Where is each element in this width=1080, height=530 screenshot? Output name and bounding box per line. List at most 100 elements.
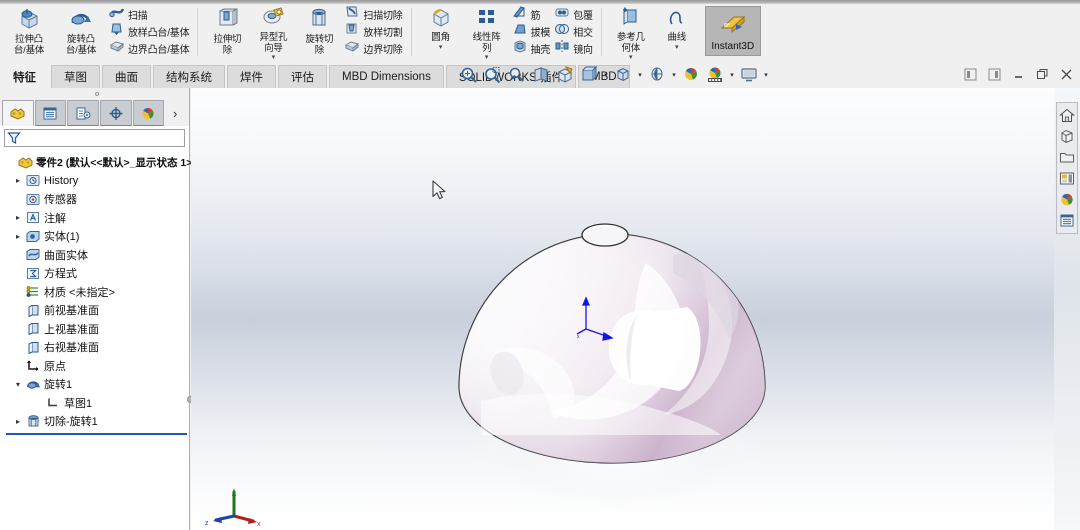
extruded-cut-icon	[215, 7, 239, 34]
tree-item-sensors[interactable]: 传感器	[4, 190, 189, 209]
dimxpert-manager-tab[interactable]	[99, 100, 132, 126]
feature-tree-filter[interactable]	[4, 129, 185, 147]
tree-item-solid-bodies[interactable]: ▸ 实体(1)	[4, 227, 189, 246]
configuration-manager-tab[interactable]	[67, 100, 99, 126]
swept-cut-button[interactable]: 扫描切除	[342, 6, 404, 23]
close-icon[interactable]	[1058, 66, 1074, 82]
instant3d-button[interactable]: Instant3D	[704, 6, 761, 56]
custom-properties-icon[interactable]	[1057, 210, 1077, 231]
tree-arrow-history[interactable]: ▸	[12, 176, 24, 185]
tree-arrow-revolved-cut1[interactable]: ▸	[12, 417, 24, 426]
zoom-to-area-icon[interactable]	[482, 64, 504, 86]
view-settings-caret[interactable]: ▾	[728, 71, 736, 79]
hole-wizard-button[interactable]: 异型孔 向导 ▾	[250, 4, 296, 62]
rollback-bar[interactable]	[6, 432, 187, 435]
restore-doc-left-icon[interactable]	[962, 66, 978, 82]
tab-evaluate[interactable]: 评估	[278, 65, 327, 88]
display-style-caret[interactable]: ▾	[602, 71, 610, 79]
hole-wizard-dropdown-caret[interactable]: ▾	[272, 54, 276, 61]
wrap-button[interactable]: 包覆	[552, 6, 595, 23]
sweep-label: 扫描	[128, 11, 148, 22]
tab-weldments[interactable]: 焊件	[227, 65, 276, 88]
tree-arrow-annotations[interactable]: ▸	[12, 213, 24, 222]
hide-show-caret[interactable]: ▾	[636, 71, 644, 79]
fillet-button[interactable]: 圆角 ▾	[418, 4, 464, 62]
view-settings-icon[interactable]	[704, 64, 726, 86]
tab-sketch[interactable]: 草图	[51, 65, 100, 88]
tree-item-material[interactable]: 材质 <未指定>	[4, 283, 189, 302]
expand-panel-chevron[interactable]: ›	[165, 100, 185, 126]
restore-doc-right-icon[interactable]	[986, 66, 1002, 82]
tree-item-history[interactable]: ▸ History	[4, 172, 189, 191]
tree-item-surface-bodies[interactable]: 曲面实体	[4, 246, 189, 265]
property-manager-tab[interactable]	[34, 100, 67, 126]
tree-item-revolve1[interactable]: ▾ 旋转1	[4, 375, 189, 394]
display-style-icon[interactable]	[578, 64, 600, 86]
curves-button[interactable]: 曲线 ▾	[654, 4, 700, 62]
curves-dropdown-caret[interactable]: ▾	[675, 44, 679, 51]
view-palette-icon[interactable]	[1057, 168, 1077, 189]
display-manager-tab[interactable]	[132, 100, 165, 126]
tree-item-revolved-cut1[interactable]: ▸ 切除-旋转1	[4, 412, 189, 431]
hide-show-items-icon[interactable]	[612, 64, 634, 86]
boundary-cut-button[interactable]: 边界切除	[342, 40, 404, 57]
mirror-button[interactable]: 镜向	[552, 40, 595, 57]
viewport-layout-icon[interactable]	[738, 64, 760, 86]
revolve-boss-button[interactable]: 旋转凸 台/基体	[55, 4, 107, 62]
linear-pattern-dropdown-caret[interactable]: ▾	[485, 54, 489, 61]
material-icon	[24, 285, 42, 298]
sketch-icon	[44, 396, 62, 409]
solidworks-resources-icon[interactable]	[1057, 105, 1077, 126]
shell-button[interactable]: 抽壳	[510, 40, 553, 57]
linear-pattern-button[interactable]: 线性阵列 ▾	[464, 4, 510, 62]
tree-item-right-plane[interactable]: 右视基准面	[4, 338, 189, 357]
edit-appearance-caret[interactable]: ▾	[670, 71, 678, 79]
feature-manager-panel: › 零件2 (默认<<默认>_显示状态 1>) ▸ History 传感器 ▸ …	[0, 88, 196, 530]
tab-features[interactable]: 特征	[0, 65, 49, 88]
appearances-scenes-icon[interactable]	[1057, 189, 1077, 210]
model-hemisphere-ball[interactable]: x	[441, 203, 821, 523]
tree-item-front-plane[interactable]: 前视基准面	[4, 301, 189, 320]
extruded-cut-button[interactable]: 拉伸切除	[204, 4, 250, 62]
tab-surfaces[interactable]: 曲面	[102, 65, 151, 88]
tree-item-equations[interactable]: 方程式	[4, 264, 189, 283]
lofted-cut-button[interactable]: 放样切割	[342, 23, 404, 40]
tree-arrow-revolve1[interactable]: ▾	[12, 380, 24, 389]
reference-geometry-button[interactable]: 参考几 何体 ▾	[608, 4, 654, 62]
tree-item-sketch1[interactable]: 草图1	[4, 394, 189, 413]
restore-icon[interactable]	[1034, 66, 1050, 82]
feature-tree-filter-input[interactable]	[21, 132, 171, 144]
revolved-cut-button[interactable]: 旋转切除	[296, 4, 342, 62]
tree-item-top-plane[interactable]: 上视基准面	[4, 320, 189, 339]
file-explorer-icon[interactable]	[1057, 147, 1077, 168]
viewport-layout-caret[interactable]: ▾	[762, 71, 770, 79]
draft-button[interactable]: 拔模	[510, 23, 553, 40]
tree-arrow-solid-bodies[interactable]: ▸	[12, 232, 24, 241]
tab-structure-system[interactable]: 结构系统	[153, 65, 225, 88]
graphics-viewport[interactable]: x x z	[191, 88, 1080, 530]
apply-scene-icon[interactable]	[680, 64, 702, 86]
design-library-icon[interactable]	[1057, 126, 1077, 147]
fillet-dropdown-caret[interactable]: ▾	[439, 44, 443, 51]
tree-item-annotations[interactable]: ▸ 注解	[4, 209, 189, 228]
boundary-boss-icon	[109, 39, 125, 58]
lofted-cut-label: 放样切割	[363, 28, 403, 39]
previous-view-icon[interactable]	[506, 64, 528, 86]
panel-pin-icon[interactable]	[94, 92, 99, 96]
reference-geometry-dropdown-caret[interactable]: ▾	[629, 54, 633, 61]
loft-boss-button[interactable]: 放样凸台/基体	[107, 23, 191, 40]
rib-button[interactable]: 筋	[510, 6, 553, 23]
section-view-icon[interactable]	[530, 64, 552, 86]
intersect-button[interactable]: 相交	[552, 23, 595, 40]
extrude-boss-button[interactable]: 拉伸凸 台/基体	[3, 4, 55, 62]
minimize-icon[interactable]	[1010, 66, 1026, 82]
tab-mbd-dimensions[interactable]: MBD Dimensions	[329, 65, 444, 88]
zoom-to-fit-icon[interactable]	[458, 64, 480, 86]
tree-item-origin[interactable]: 原点	[4, 357, 189, 376]
edit-appearance-icon[interactable]	[646, 64, 668, 86]
tree-item-part[interactable]: 零件2 (默认<<默认>_显示状态 1>)	[4, 153, 196, 172]
feature-manager-tab[interactable]	[2, 100, 34, 126]
boundary-boss-button[interactable]: 边界凸台/基体	[107, 40, 191, 57]
view-orientation-icon[interactable]	[554, 64, 576, 86]
sweep-button[interactable]: 扫描	[107, 6, 191, 23]
